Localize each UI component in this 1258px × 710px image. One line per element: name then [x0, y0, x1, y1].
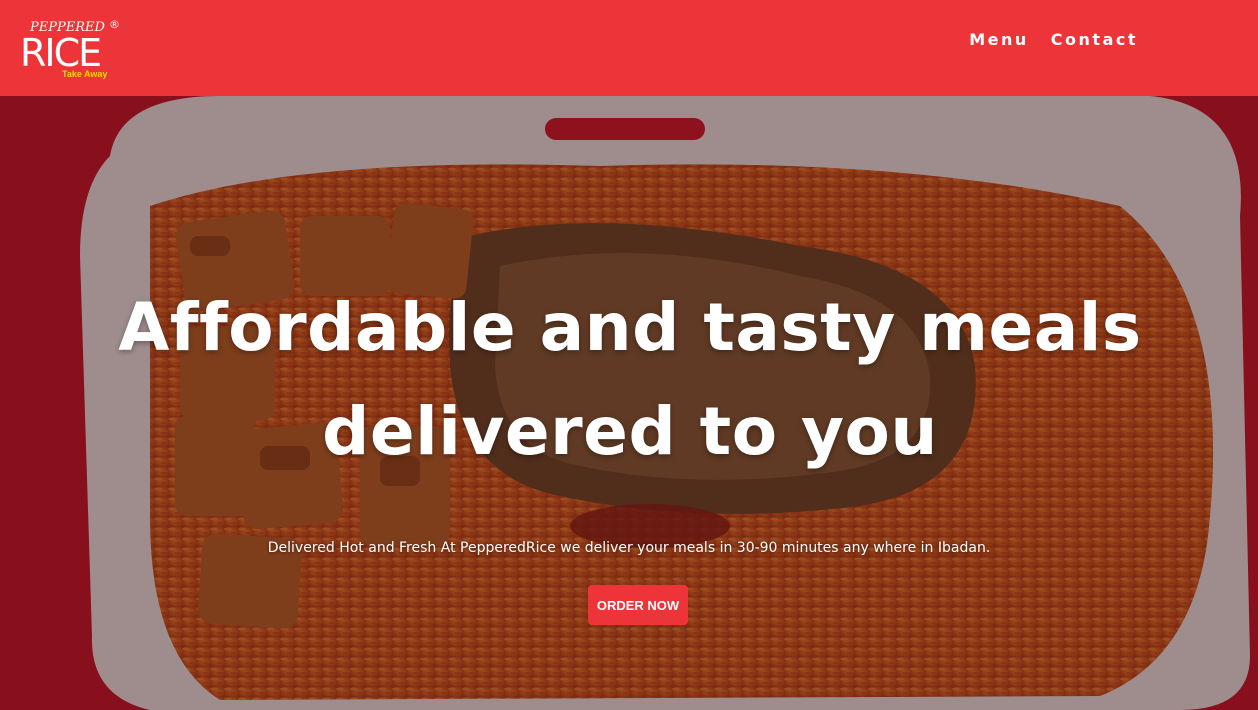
page: PEPPERED ® RICE Take Away Menu Contact A… [0, 0, 1258, 710]
brand-logo-image: PEPPERED ® RICE Take Away [20, 18, 120, 79]
hero-subtitle: Delivered Hot and Fresh At PepperedRice … [267, 540, 991, 556]
site-header: PEPPERED ® RICE Take Away Menu Contact [0, 0, 1258, 96]
order-now-button[interactable]: ORDER NOW [588, 585, 688, 625]
hero-title: Affordable and tasty meals delivered to … [118, 289, 1142, 470]
hero-section: Affordable and tasty meals delivered to … [0, 96, 1258, 710]
nav-item-menu[interactable]: Menu [969, 30, 1029, 49]
nav-item-contact[interactable]: Contact [1051, 30, 1138, 49]
brand-registered-mark: ® [109, 18, 120, 31]
brand-tagline: Take Away [62, 69, 107, 79]
hero-content: Affordable and tasty meals delivered to … [0, 96, 1258, 710]
main-nav: Menu Contact [969, 30, 1138, 49]
brand-logo[interactable]: PEPPERED ® RICE Take Away [18, 14, 124, 82]
